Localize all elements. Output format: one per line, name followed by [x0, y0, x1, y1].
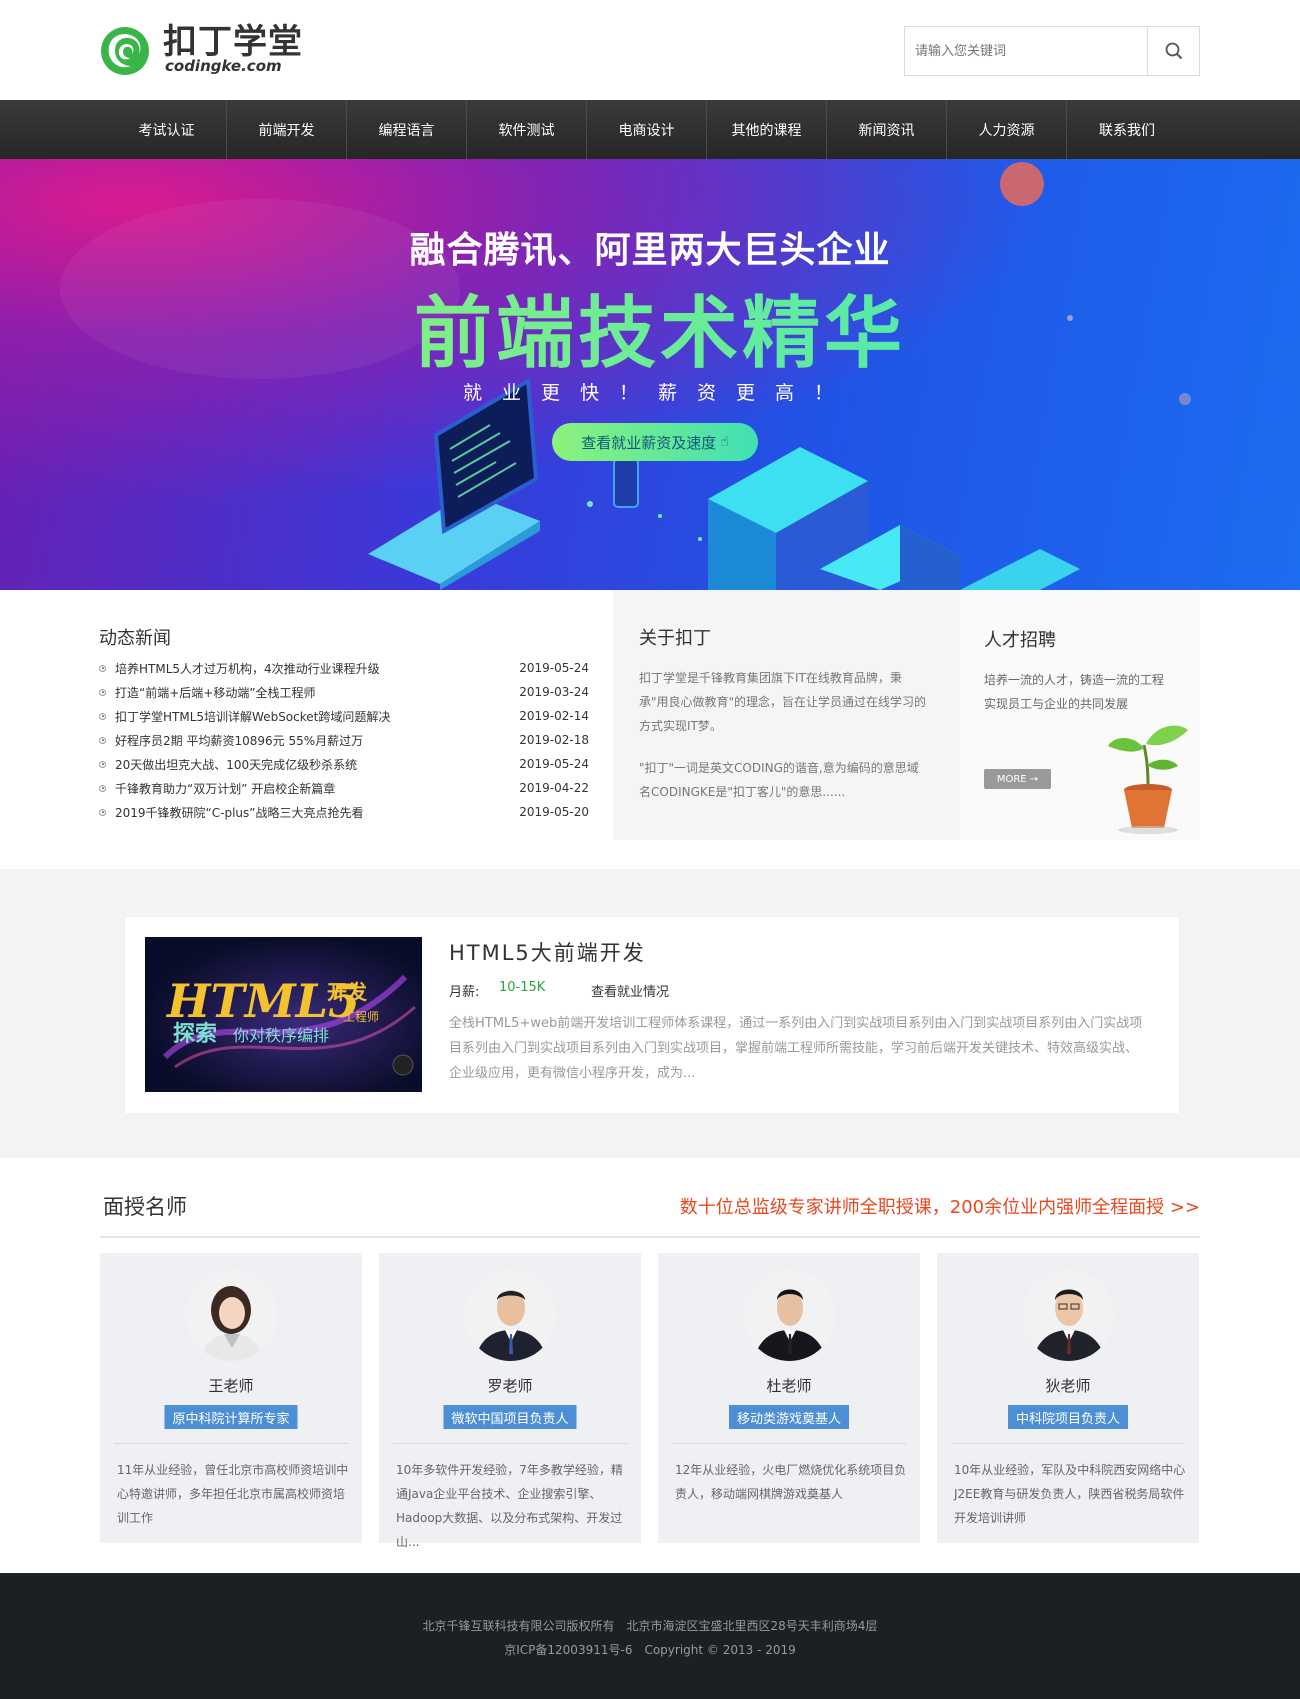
news-item[interactable]: 扣丁学堂HTML5培训详解WebSocket跨域问题解决 2019-02-14	[99, 704, 589, 728]
logo-swirl-icon	[101, 27, 149, 75]
bullet-icon	[99, 712, 106, 720]
course-card[interactable]: HTML5 开发 工程师 探索 你对秩序编排 HTML5大前端开发 月薪: 10…	[125, 917, 1179, 1113]
banner-cta-label: 查看就业薪资及速度	[581, 433, 717, 452]
news-item[interactable]: 好程序员2期 平均薪资10896元 55%月薪过万 2019-02-18	[99, 728, 589, 752]
teacher-card[interactable]: 杜老师 移动类游戏奠基人 12年从业经验，火电厂燃烧优化系统项目负责人，移动端网…	[658, 1253, 920, 1543]
divider	[951, 1443, 1185, 1444]
course-description: 全栈HTML5+web前端开发培训工程师体系课程，通过一系列由入门到实战项目系列…	[449, 1016, 1143, 1081]
banner-cta-button[interactable]: 查看就业薪资及速度 ☝	[552, 423, 758, 461]
divider	[672, 1443, 906, 1444]
teacher-description: 11年从业经验，曾任北京市高校师资培训中心特邀讲师，多年担任北京市属高校师资培训…	[117, 1463, 349, 1525]
course-section: HTML5 开发 工程师 探索 你对秩序编排 HTML5大前端开发 月薪: 10…	[0, 869, 1300, 1158]
search-input[interactable]	[905, 27, 1147, 75]
avatar	[744, 1270, 835, 1361]
avatar-man-icon	[465, 1270, 556, 1361]
course-image-text-dev: 开发	[327, 980, 368, 1004]
avatar	[465, 1270, 556, 1361]
site-header: 扣丁学堂 codingke.com	[0, 0, 1300, 100]
news-item[interactable]: 20天做出坦克大战、100天完成亿级秒杀系统 2019-05-24	[99, 752, 589, 776]
teachers-title: 面授名师	[103, 1195, 187, 1219]
avatar-woman-icon	[186, 1270, 277, 1361]
nav-item-other-courses[interactable]: 其他的课程	[707, 100, 827, 159]
teacher-title-badge: 原中科院计算所专家	[164, 1405, 298, 1429]
about-section: 关于扣丁 扣丁学堂是千锋教育集团旗下IT在线教育品牌，秉承"用良心做教育"的理念…	[613, 590, 960, 840]
bullet-icon	[99, 736, 106, 744]
bullet-icon	[99, 784, 106, 792]
teacher-name: 狄老师	[1045, 1377, 1091, 1395]
bullet-icon	[99, 688, 106, 696]
divider	[100, 1236, 1200, 1238]
search-box	[904, 26, 1200, 76]
course-image-text-order: 你对秩序编排	[233, 1026, 329, 1045]
teacher-description: 10年从业经验，军队及中科院西安网络中心J2EE教育与研发负责人，陕西省税务局软…	[954, 1463, 1186, 1525]
teacher-card[interactable]: 罗老师 微软中国项目负责人 10年多软件开发经验，7年多教学经验，精通Java企…	[379, 1253, 641, 1549]
about-paragraph-1: 扣丁学堂是千锋教育集团旗下IT在线教育品牌，秉承"用良心做教育"的理念，旨在让学…	[639, 671, 927, 733]
main-nav: 考试认证 前端开发 编程语言 软件测试 电商设计 其他的课程 新闻资讯 人力资源…	[0, 100, 1300, 159]
teacher-description: 12年从业经验，火电厂燃烧优化系统项目负责人，移动端网棋牌游戏奠基人	[675, 1463, 907, 1501]
teacher-name: 王老师	[208, 1377, 254, 1395]
avatar	[1023, 1270, 1114, 1361]
footer-company-info: 北京千锋互联科技有限公司版权所有 北京市海淀区宝盛北里西区28号天丰利商场4层	[422, 1619, 878, 1633]
news-item[interactable]: 打造“前端+后端+移动端”全栈工程师 2019-03-24	[99, 680, 589, 704]
site-logo[interactable]: 扣丁学堂 codingke.com	[99, 24, 309, 76]
nav-item-hr[interactable]: 人力资源	[947, 100, 1067, 159]
news-list: 培养HTML5人才过万机构，4次推动行业课程升级 2019-05-24 打造“前端…	[99, 656, 589, 824]
nav-item-testing[interactable]: 软件测试	[467, 100, 587, 159]
banner-subtitle: 就业更快！薪资更高！	[462, 382, 853, 404]
course-name[interactable]: HTML5大前端开发	[449, 937, 646, 967]
teacher-title-badge: 移动类游戏奠基人	[728, 1405, 850, 1429]
divider	[114, 1443, 348, 1444]
nav-item-frontend[interactable]: 前端开发	[227, 100, 347, 159]
hand-pointer-icon: ☝	[720, 434, 729, 450]
avatar	[186, 1270, 277, 1361]
more-button[interactable]: MORE →	[984, 769, 1051, 789]
salary-value: 10-15K	[499, 980, 546, 995]
search-icon	[1165, 42, 1182, 60]
course-image-text-explore: 探索	[173, 1021, 217, 1047]
teacher-card[interactable]: 狄老师 中科院项目负责人 10年从业经验，军队及中科院西安网络中心J2EE教育与…	[937, 1253, 1199, 1543]
nav-item-languages[interactable]: 编程语言	[347, 100, 467, 159]
news-title: 动态新闻	[99, 628, 171, 649]
banner-headline: 融合腾讯、阿里两大巨头企业	[409, 230, 891, 271]
bullet-icon	[99, 760, 106, 768]
about-title: 关于扣丁	[639, 628, 711, 649]
news-item[interactable]: 2019千锋教研院“C-plus”战略三大亮点抢先看 2019-05-20	[99, 800, 589, 824]
course-image[interactable]: HTML5 开发 工程师 探索 你对秩序编排	[145, 937, 422, 1092]
nav-item-exam[interactable]: 考试认证	[107, 100, 227, 159]
nav-item-news[interactable]: 新闻资讯	[827, 100, 947, 159]
course-image-art: HTML5 开发 工程师 探索 你对秩序编排	[162, 974, 416, 1076]
logo-chinese-text: 扣丁学堂	[163, 22, 303, 62]
potted-plant-icon	[1108, 725, 1188, 834]
news-item[interactable]: 千锋教育助力“双万计划” 开启校企新篇章 2019-04-22	[99, 776, 589, 800]
site-footer: 北京千锋互联科技有限公司版权所有 北京市海淀区宝盛北里西区28号天丰利商场4层 …	[0, 1573, 1300, 1699]
bullet-icon	[99, 664, 106, 672]
teachers-slogan-link[interactable]: 数十位总监级专家讲师全职授课，200余位业内强师全程面授 >>	[680, 1193, 1200, 1219]
salary-label: 月薪:	[449, 985, 480, 1000]
teacher-description: 10年多软件开发经验，7年多教学经验，精通Java企业平台技术、企业搜索引擎、H…	[396, 1463, 623, 1549]
recruit-text: 培养一流的人才，铸造一流的工程实现员工与企业的共同发展	[984, 673, 1165, 711]
teacher-title-badge: 中科院项目负责人	[1007, 1405, 1129, 1429]
footer-copyright: 京ICP备12003911号-6 Copyright © 2013 - 2019	[504, 1643, 796, 1657]
teacher-card[interactable]: 王老师 原中科院计算所专家 11年从业经验，曾任北京市高校师资培训中心特邀讲师，…	[100, 1253, 362, 1543]
banner-main-title: 前端技术精华	[0, 271, 1300, 383]
teacher-title-badge: 微软中国项目负责人	[443, 1405, 577, 1429]
avatar-man-icon	[1023, 1270, 1114, 1361]
bullet-icon	[99, 808, 106, 816]
nav-item-contact[interactable]: 联系我们	[1067, 100, 1187, 159]
recruit-section: 人才招聘 培养一流的人才，铸造一流的工程实现员工与企业的共同发展 MORE →	[960, 590, 1200, 840]
divider	[393, 1443, 627, 1444]
hero-banner[interactable]: 融合腾讯、阿里两大巨头企业 前端技术精华 就业更快！薪资更高！ 查看就业薪资及速…	[0, 159, 1300, 590]
news-section: 动态新闻 培养HTML5人才过万机构，4次推动行业课程升级 2019-05-24 …	[99, 590, 613, 840]
search-button[interactable]	[1147, 27, 1199, 75]
teacher-name: 杜老师	[766, 1377, 812, 1395]
recruit-title: 人才招聘	[984, 630, 1056, 651]
about-paragraph-2: "扣丁"一词是英文CODING的谐音,意为编码的意思域名CODINGKE是"扣丁…	[639, 761, 919, 799]
news-item[interactable]: 培养HTML5人才过万机构，4次推动行业课程升级 2019-05-24	[99, 656, 589, 680]
employment-info-link[interactable]: 查看就业情况	[591, 981, 669, 1000]
teacher-name: 罗老师	[487, 1377, 533, 1395]
nav-item-ecommerce-design[interactable]: 电商设计	[587, 100, 707, 159]
avatar-man-icon	[744, 1270, 835, 1361]
logo-domain-text: codingke.com	[165, 57, 282, 75]
course-image-text-engineer: 工程师	[343, 1009, 379, 1024]
